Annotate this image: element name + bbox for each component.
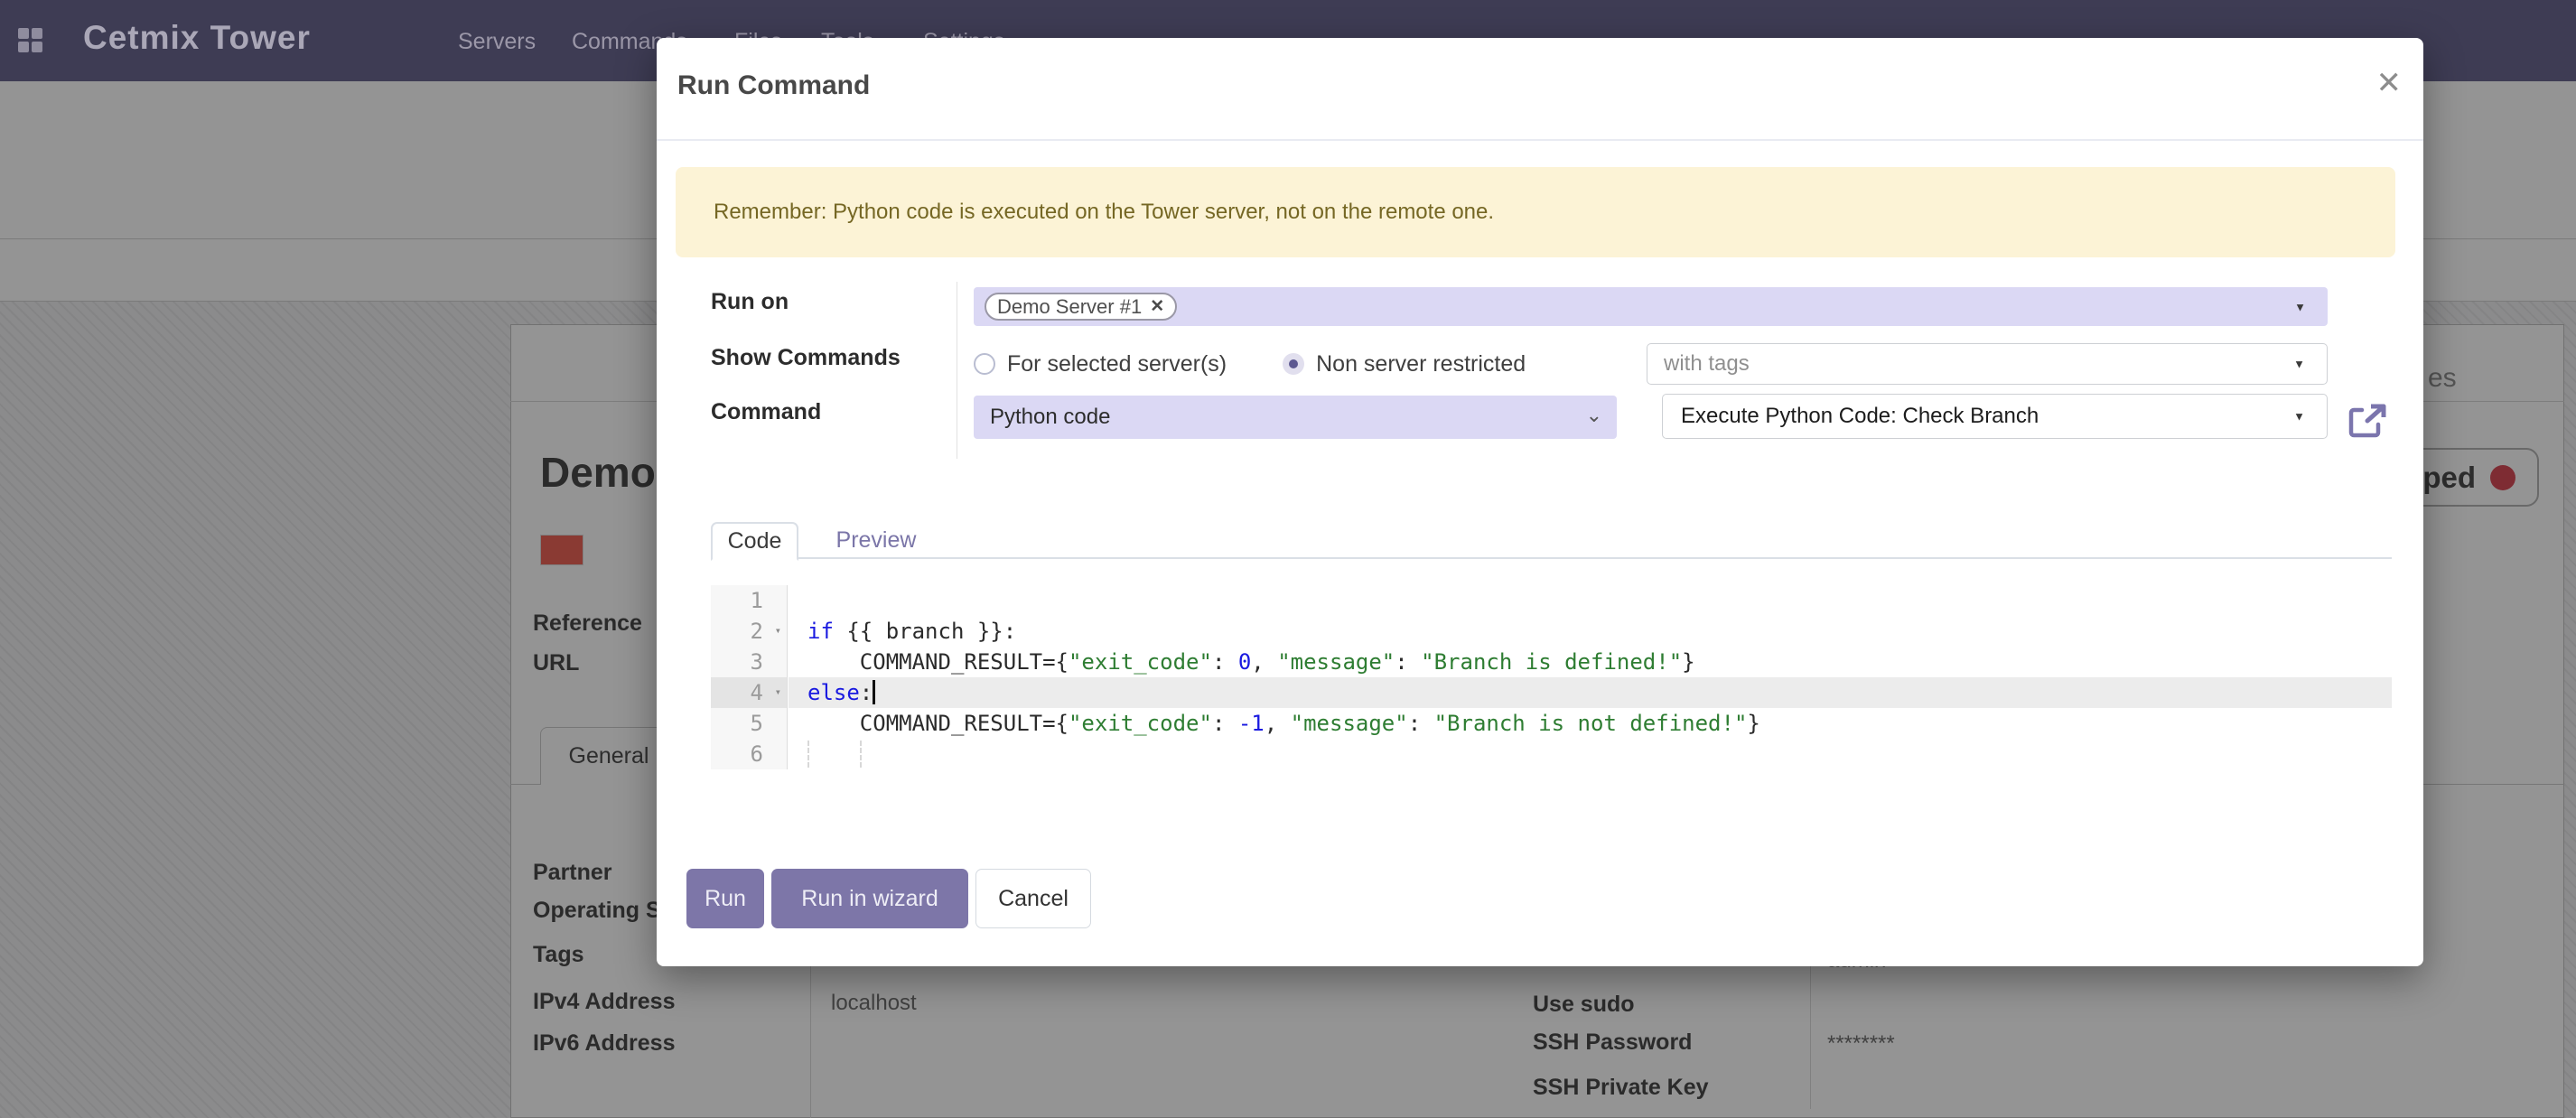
modal-header-border xyxy=(657,139,2423,141)
chevron-down-icon: ▼ xyxy=(2293,410,2305,424)
tab-code[interactable]: Code xyxy=(711,522,798,561)
command-type-select[interactable]: Python code ⌄ xyxy=(974,396,1617,439)
show-commands-radios: For selected server(s) Non server restric… xyxy=(974,343,1526,385)
code-line[interactable]: 2▾if {{ branch }}: xyxy=(711,616,2392,647)
editor-gutter: 2▾ xyxy=(711,616,788,647)
modal-title: Run Command xyxy=(677,70,870,101)
command-label: Command xyxy=(711,399,821,425)
line-number: 6 xyxy=(751,741,763,767)
brand-title[interactable]: Cetmix Tower xyxy=(83,19,311,57)
apps-menu-icon[interactable] xyxy=(18,28,42,52)
line-number: 5 xyxy=(751,711,763,736)
cancel-button[interactable]: Cancel xyxy=(975,869,1091,928)
code-text: if {{ branch }}: xyxy=(807,619,1016,644)
code-text: COMMAND_RESULT={"exit_code": 0, "message… xyxy=(807,649,1695,675)
code-text: COMMAND_RESULT={"exit_code": -1, "messag… xyxy=(807,711,1760,736)
show-commands-label: Show Commands xyxy=(711,345,901,371)
run-button[interactable]: Run xyxy=(686,869,764,928)
line-number: 3 xyxy=(751,649,763,675)
chevron-down-icon: ⌄ xyxy=(1586,404,1602,427)
line-number: 1 xyxy=(751,588,763,613)
line-number: 4 xyxy=(751,680,763,705)
code-editor[interactable]: 12▾if {{ branch }}:3 COMMAND_RESULT={"ex… xyxy=(711,585,2392,769)
command-select[interactable]: Execute Python Code: Check Branch ▼ xyxy=(1662,394,2328,439)
external-link-icon[interactable] xyxy=(2347,403,2389,439)
run-in-wizard-button[interactable]: Run in wizard xyxy=(771,869,968,928)
chevron-down-icon: ▼ xyxy=(2293,358,2305,371)
code-text: else: xyxy=(807,680,875,705)
screen: Servers / Demo Server #1 Edit Create </>… xyxy=(0,0,2576,1118)
tab-preview[interactable]: Preview xyxy=(826,522,926,559)
editor-gutter: 1 xyxy=(711,585,788,616)
run-on-field[interactable]: Demo Server #1✕ ▼ xyxy=(974,287,2328,326)
editor-cursor xyxy=(873,680,875,704)
fold-arrow-icon[interactable]: ▾ xyxy=(775,685,781,698)
fold-arrow-icon[interactable]: ▾ xyxy=(775,624,781,637)
nav-item-servers[interactable]: Servers xyxy=(458,29,536,55)
code-line[interactable]: 6 xyxy=(711,739,2392,769)
with-tags-select[interactable]: with tags ▼ xyxy=(1647,343,2328,385)
code-line[interactable]: 4▾else: xyxy=(711,677,2392,708)
code-line[interactable]: 1 xyxy=(711,585,2392,616)
close-icon[interactable]: ✕ xyxy=(2376,65,2403,101)
radio-label: Non server restricted xyxy=(1316,351,1526,377)
code-line[interactable]: 3 COMMAND_RESULT={"exit_code": 0, "messa… xyxy=(711,647,2392,677)
warning-alert: Remember: Python code is executed on the… xyxy=(676,167,2395,257)
tag-remove-icon[interactable]: ✕ xyxy=(1150,296,1164,317)
editor-gutter: 4▾ xyxy=(711,677,788,708)
radio-non-server-restricted[interactable] xyxy=(1283,353,1304,375)
editor-gutter: 5 xyxy=(711,708,788,739)
code-line[interactable]: 5 COMMAND_RESULT={"exit_code": -1, "mess… xyxy=(711,708,2392,739)
run-on-label: Run on xyxy=(711,289,789,315)
chevron-down-icon: ▼ xyxy=(2294,300,2306,313)
line-number: 2 xyxy=(751,619,763,644)
radio-label: For selected server(s) xyxy=(1007,351,1227,377)
server-tag[interactable]: Demo Server #1✕ xyxy=(985,293,1177,321)
editor-gutter: 6 xyxy=(711,739,788,769)
editor-gutter: 3 xyxy=(711,647,788,677)
modal-tabs: Code Preview xyxy=(711,522,2392,559)
run-command-modal: Run Command ✕ Remember: Python code is e… xyxy=(657,38,2423,966)
radio-for-selected-servers[interactable] xyxy=(974,353,995,375)
